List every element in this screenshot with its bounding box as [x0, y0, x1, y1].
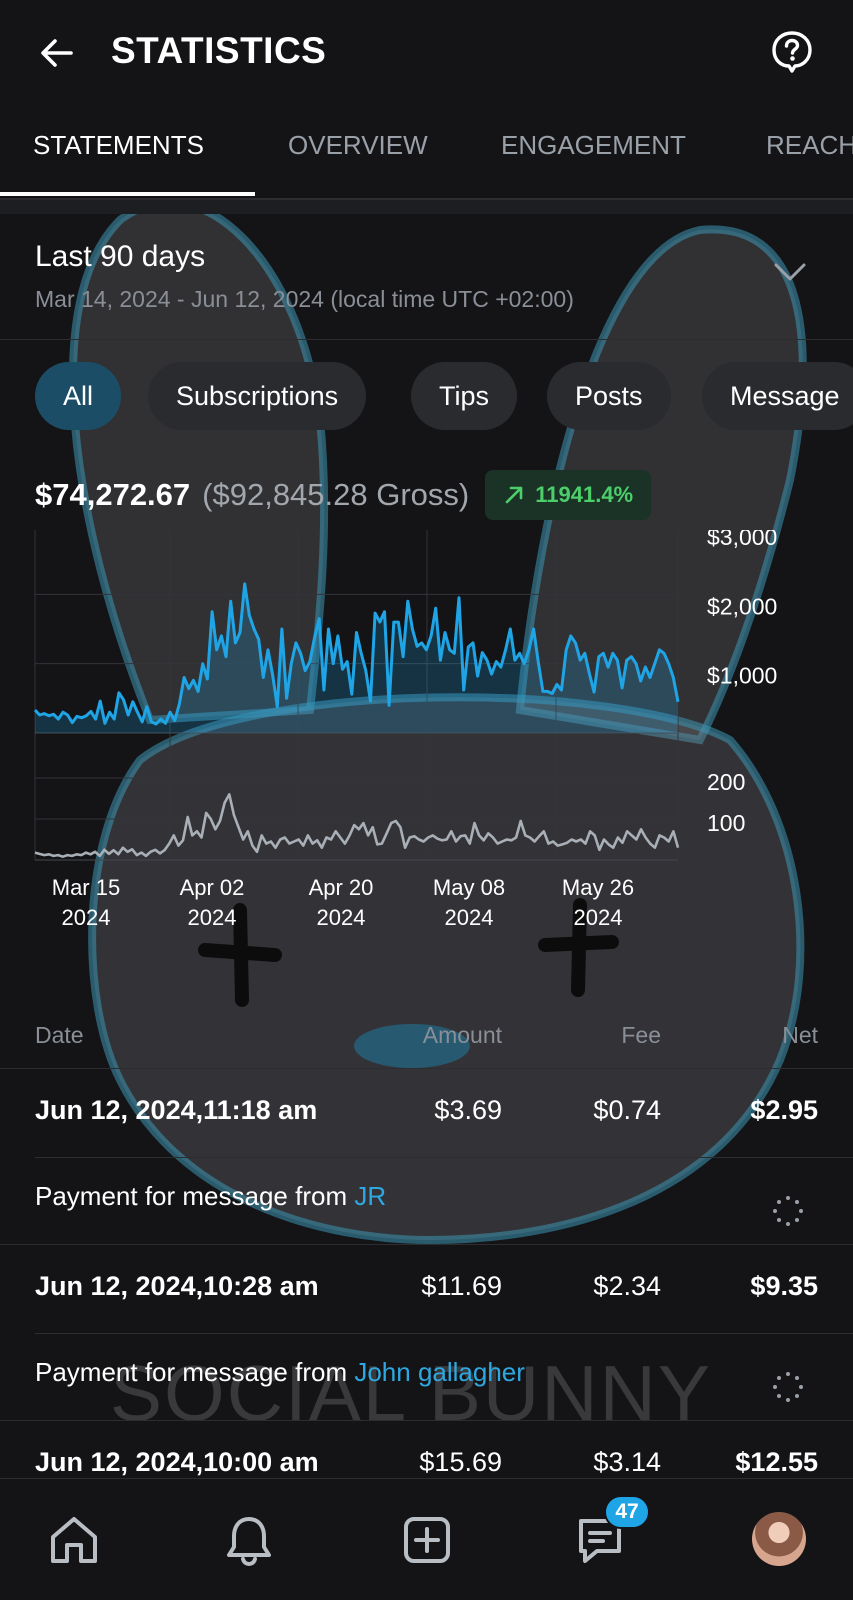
y-tick-label: $1,000	[707, 663, 777, 689]
section-divider	[0, 200, 853, 214]
growth-badge: 11941.4%	[485, 470, 652, 520]
filter-chip-all[interactable]: All	[35, 362, 122, 430]
help-circle-icon	[772, 31, 812, 73]
tab-statements[interactable]: STATEMENTS	[33, 130, 204, 161]
x-tick-label: 2024	[574, 905, 623, 930]
column-header-date: Date	[35, 1022, 84, 1048]
net-total: $74,272.67	[35, 477, 191, 512]
transaction-description: Payment for message from JR	[35, 1181, 386, 1212]
description-text: Payment for message from	[35, 1357, 355, 1387]
nav-notifications[interactable]	[218, 1509, 280, 1571]
sender-link[interactable]: John gallagher	[354, 1357, 525, 1387]
gross-total: ($92,845.28 Gross)	[202, 477, 470, 512]
transaction-amount: $3.69	[434, 1095, 502, 1125]
earnings-chart: $3,000 $2,000 $1,000 200 100 Mar 15 2024 Apr 02…	[33, 530, 777, 930]
x-tick-label: Apr 20	[309, 875, 374, 900]
period-range: Mar 14, 2024 - Jun 12, 2024 (local time …	[35, 286, 574, 312]
filter-chip-tips[interactable]: Tips	[411, 362, 518, 430]
arrow-left-icon	[41, 39, 73, 67]
row-divider	[35, 1333, 853, 1334]
filter-chip-subscriptions[interactable]: Subscriptions	[148, 362, 367, 430]
period-title: Last 90 days	[35, 240, 206, 273]
growth-value: 11941.4%	[535, 482, 634, 507]
pending-status-icon	[773, 1372, 803, 1402]
transaction-fee: $2.34	[593, 1271, 661, 1301]
tab-reach[interactable]: REACH	[766, 130, 853, 161]
transaction-amount: $11.69	[421, 1271, 502, 1301]
x-tick-label: 2024	[445, 905, 494, 930]
transaction-net: $9.35	[750, 1271, 818, 1301]
sender-link[interactable]: JR	[354, 1181, 386, 1211]
x-tick-label: 2024	[62, 905, 111, 930]
tab-engagement[interactable]: ENGAGEMENT	[501, 130, 686, 161]
x-tick-label: 2024	[188, 905, 237, 930]
plus-square-icon	[404, 1517, 450, 1563]
y-tick-label: 100	[707, 810, 745, 836]
tab-bar: STATEMENTS OVERVIEW ENGAGEMENT REACH	[0, 104, 853, 200]
description-text: Payment for message from	[35, 1181, 355, 1211]
transaction-date: Jun 12, 2024,10:00 am	[35, 1447, 319, 1477]
chevron-down-icon	[774, 263, 806, 281]
y-tick-label: $3,000	[707, 530, 777, 550]
filter-chip-posts[interactable]: Posts	[547, 362, 671, 430]
transaction-date: Jun 12, 2024,10:28 am	[35, 1271, 319, 1301]
column-header-fee: Fee	[621, 1022, 661, 1048]
messages-badge: 47	[604, 1495, 650, 1529]
transaction-fee: $0.74	[593, 1095, 661, 1125]
pending-status-icon	[773, 1196, 803, 1226]
filter-chip-messages[interactable]: Message	[702, 362, 853, 430]
nav-home[interactable]	[43, 1509, 105, 1571]
x-tick-label: May 08	[433, 875, 505, 900]
avatar[interactable]	[752, 1512, 806, 1566]
home-icon	[51, 1517, 97, 1563]
back-button[interactable]	[34, 30, 80, 76]
transaction-net: $2.95	[750, 1095, 818, 1125]
filter-chips: All Subscriptions Tips Posts Message	[0, 362, 853, 432]
x-tick-label: Mar 15	[52, 875, 120, 900]
nav-create[interactable]	[396, 1509, 458, 1571]
trend-up-icon	[505, 486, 523, 504]
transaction-date: Jun 12, 2024,11:18 am	[35, 1095, 318, 1125]
x-tick-label: 2024	[317, 905, 366, 930]
column-header-net: Net	[782, 1022, 818, 1048]
bottom-navigation: 47	[0, 1478, 853, 1600]
earnings-summary: $74,272.67 ($92,845.28 Gross) 11941.4%	[35, 470, 652, 520]
transaction-row[interactable]: Jun 12, 2024,10:28 am $11.69 $2.34 $9.35…	[0, 1245, 853, 1421]
column-header-amount: Amount	[422, 1022, 502, 1048]
transaction-fee: $3.14	[593, 1447, 661, 1477]
x-tick-label: May 26	[562, 875, 634, 900]
period-selector[interactable]: Last 90 days Mar 14, 2024 - Jun 12, 2024…	[0, 214, 853, 340]
help-button[interactable]	[768, 28, 816, 76]
bell-icon	[227, 1517, 271, 1567]
x-tick-label: Apr 02	[180, 875, 245, 900]
y-tick-label: $2,000	[707, 593, 777, 619]
page-title: STATISTICS	[111, 30, 327, 71]
transaction-row[interactable]: Jun 12, 2024,11:18 am $3.69 $0.74 $2.95 …	[0, 1069, 853, 1245]
row-divider	[35, 1157, 853, 1158]
app-header: STATISTICS	[0, 0, 853, 104]
y-tick-label: 200	[707, 769, 745, 795]
active-tab-indicator	[0, 192, 255, 196]
tab-overview[interactable]: OVERVIEW	[288, 130, 428, 161]
transaction-amount: $15.69	[419, 1447, 502, 1477]
transaction-net: $12.55	[735, 1447, 818, 1477]
transaction-description: Payment for message from John gallagher	[35, 1357, 525, 1388]
series-line	[34, 793, 680, 858]
